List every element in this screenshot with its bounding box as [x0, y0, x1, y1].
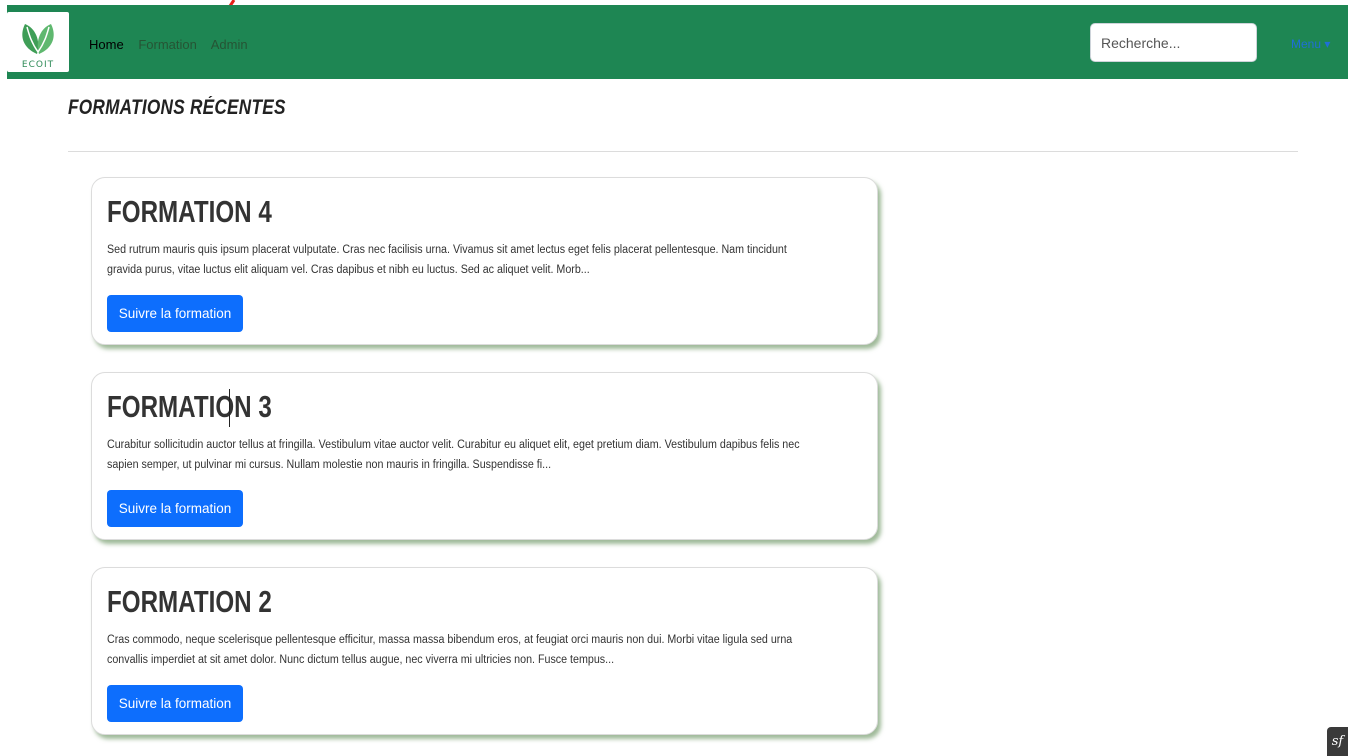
formation-card: FORMATION 2 Cras commodo, neque sceleris…: [91, 567, 878, 735]
formation-title: FORMATION 2: [107, 584, 272, 619]
formation-description: Sed rutrum mauris quis ipsum placerat vu…: [107, 244, 787, 276]
leaf-logo-icon: [22, 24, 54, 54]
nav-links: Home Formation Admin: [89, 37, 259, 52]
brand-name: ECOIT: [21, 60, 55, 70]
brand-logo[interactable]: ECOIT: [7, 12, 69, 72]
nav-link-formation[interactable]: Formation: [138, 37, 197, 52]
nav-link-admin[interactable]: Admin: [211, 37, 248, 52]
divider: [68, 151, 1298, 152]
follow-formation-button[interactable]: Suivre la formation: [107, 685, 243, 722]
formation-card: FORMATION 3 Curabitur sollicitudin aucto…: [91, 372, 878, 540]
page-title: FORMATIONS RÉCENTES: [68, 96, 286, 119]
formation-title: FORMATION 3: [107, 389, 272, 424]
formation-title: FORMATION 4: [107, 194, 272, 229]
text-cursor: [229, 389, 230, 427]
nav-link-home[interactable]: Home: [89, 37, 124, 52]
follow-formation-button[interactable]: Suivre la formation: [107, 295, 243, 332]
search-input[interactable]: [1090, 23, 1257, 62]
symfony-toolbar-icon[interactable]: sf: [1327, 727, 1348, 756]
formation-description: Curabitur sollicitudin auctor tellus at …: [107, 439, 800, 471]
formation-card: FORMATION 4 Sed rutrum mauris quis ipsum…: [91, 177, 878, 345]
follow-formation-button[interactable]: Suivre la formation: [107, 490, 243, 527]
formation-description: Cras commodo, neque scelerisque pellente…: [107, 634, 793, 666]
navbar: ECOIT Home Formation Admin Menu ▾: [7, 5, 1348, 79]
user-menu-dropdown[interactable]: Menu ▾: [1291, 37, 1330, 51]
